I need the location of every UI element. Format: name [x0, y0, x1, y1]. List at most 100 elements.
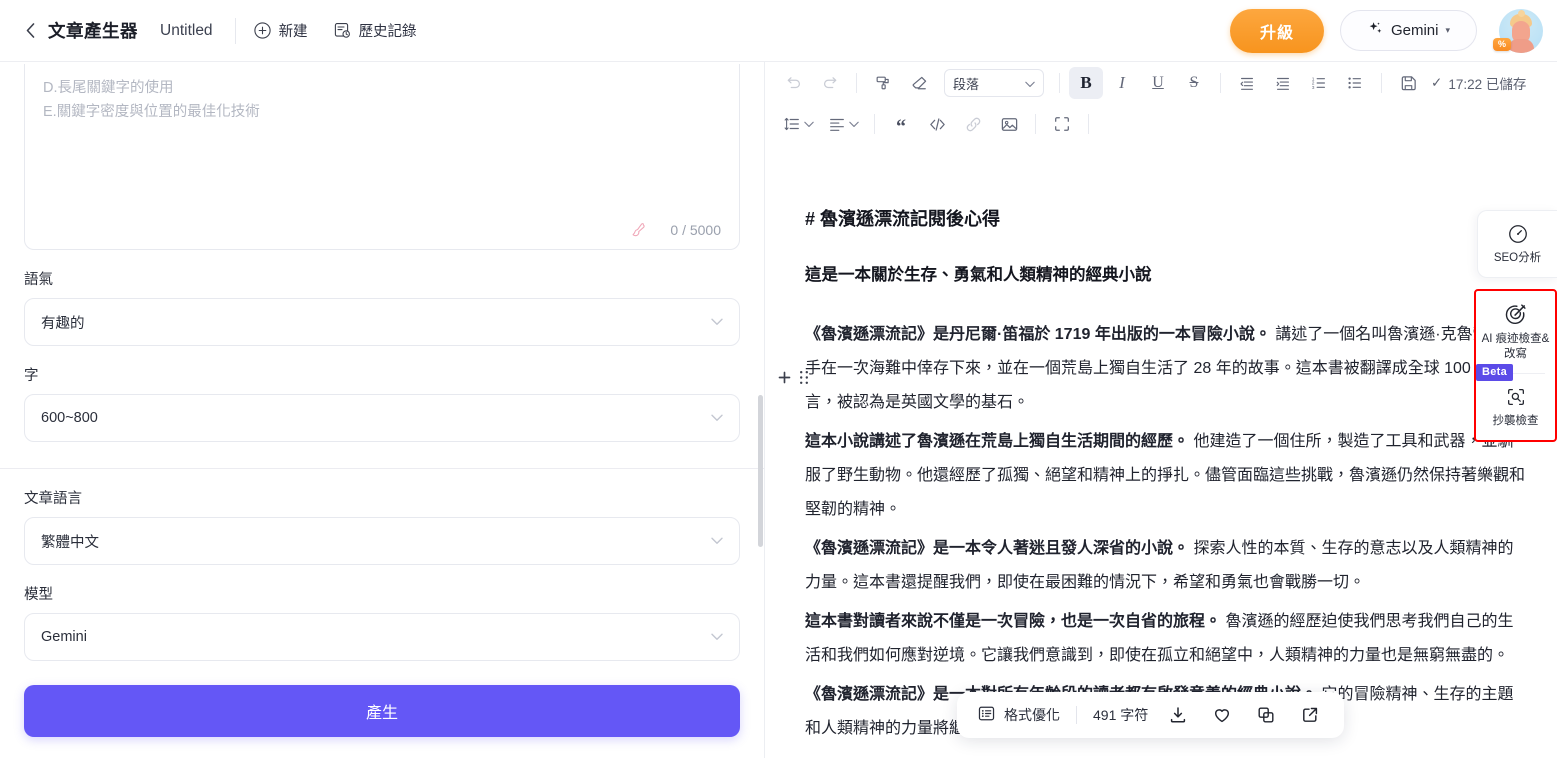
upgrade-button[interactable]: 升級 [1229, 8, 1324, 53]
download-icon[interactable] [1164, 701, 1192, 729]
document-paragraph: 《魯濱遜漂流記》是一本令人著迷且發人深省的小說。 探索人性的本質、生存的意志以及… [805, 532, 1527, 600]
model-select-value: Gemini [41, 629, 87, 645]
section-divider [0, 468, 764, 469]
chevron-down-icon [1025, 76, 1035, 91]
blockquote-icon[interactable]: “ [884, 108, 918, 140]
paragraph-style-value: 段落 [953, 76, 980, 92]
prompt-placeholder-line-1: D.長尾關鍵字的使用 [43, 80, 174, 96]
word-count-select[interactable]: 600~800 [24, 394, 740, 442]
save-status-label: 17:22 已儲存 [1448, 77, 1527, 92]
drag-block-icon[interactable] [799, 370, 809, 385]
model-selector[interactable]: Gemini ▾ [1339, 10, 1477, 51]
toolbar-divider [1059, 73, 1060, 93]
editor-area: 段落 B I U S 123 ✓ 17:22 已儲存 “ # 魯濱遜漂流記閱後心… [765, 62, 1557, 758]
language-select-value: 繁體中文 [41, 534, 99, 551]
italic-icon[interactable]: I [1105, 67, 1139, 99]
favorite-heart-icon[interactable] [1208, 701, 1236, 729]
format-optimize-button[interactable]: 格式優化 [977, 704, 1060, 726]
plagiarism-search-icon [1480, 386, 1551, 408]
line-height-icon[interactable] [777, 108, 820, 140]
generate-button[interactable]: 產生 [24, 685, 740, 737]
document-content[interactable]: # 魯濱遜漂流記閱後心得 這是一本關於生存、勇氣和人類精神的經典小說 《魯濱遜漂… [765, 148, 1557, 758]
seo-analysis-button[interactable]: SEO分析 [1478, 211, 1557, 277]
ai-rewrite-icon [1480, 303, 1551, 326]
field-tone-label: 語氣 [24, 272, 53, 288]
avatar-tuft [1518, 9, 1525, 17]
svg-text:3: 3 [1312, 85, 1315, 91]
outdent-icon[interactable] [1230, 67, 1264, 99]
new-document-button[interactable]: 新建 [253, 20, 308, 41]
paragraph-lead: 這本書對讀者來說不僅是一次冒險，也是一次自省的旅程。 [805, 612, 1222, 630]
export-external-icon[interactable] [1296, 701, 1324, 729]
text-align-icon[interactable] [822, 108, 865, 140]
ai-detect-rewrite-label: AI 痕迹檢查&改寫 [1481, 333, 1550, 360]
ordered-list-icon[interactable]: 123 [1302, 67, 1336, 99]
seo-analysis-label: SEO分析 [1493, 252, 1542, 264]
settings-panel-scrollbar[interactable] [758, 395, 763, 547]
bullet-list-icon[interactable] [1338, 67, 1372, 99]
save-icon[interactable] [1391, 67, 1425, 99]
editor-toolbar-row-2: “ [765, 104, 1557, 144]
app-title: 文章產生器 [48, 21, 138, 41]
plagiarism-check-button[interactable]: Beta 抄襲檢查 [1476, 364, 1555, 440]
field-tone: 語氣 有趣的 [0, 268, 764, 346]
paragraph-lead: 《魯濱遜漂流記》是丹尼爾·笛福於 1719 年出版的一本冒險小說。 [805, 325, 1271, 343]
redo-icon[interactable] [813, 67, 847, 99]
document-paragraph: 《魯濱遜漂流記》是丹尼爾·笛福於 1719 年出版的一本冒險小說。 講述了一個名… [805, 318, 1527, 420]
underline-icon[interactable]: U [1141, 67, 1175, 99]
tone-select[interactable]: 有趣的 [24, 298, 740, 346]
ai-tools-highlight-group: AI 痕迹檢查&改寫 Beta 抄襲檢查 [1474, 289, 1557, 442]
field-language: 文章語言 繁體中文 [0, 487, 764, 565]
chevron-down-icon [711, 411, 723, 425]
char-count-label: 491 字符 [1093, 707, 1149, 723]
fullscreen-icon[interactable] [1045, 108, 1079, 140]
prompt-placeholder-line-2: E.關鍵字密度與位置的最佳化技術 [43, 104, 260, 120]
settings-panel: D.長尾關鍵字的使用 E.關鍵字密度與位置的最佳化技術 0 / 5000 語氣 … [0, 62, 764, 758]
code-block-icon[interactable] [920, 108, 954, 140]
back-chevron-icon[interactable] [22, 23, 38, 39]
language-select[interactable]: 繁體中文 [24, 517, 740, 565]
copy-icon[interactable] [1252, 701, 1280, 729]
toolbar-divider [234, 17, 236, 44]
toolbar-divider [1381, 73, 1382, 93]
chevron-down-icon [711, 315, 723, 329]
undo-icon[interactable] [777, 67, 811, 99]
format-list-icon [977, 704, 996, 726]
model-select[interactable]: Gemini [24, 613, 740, 661]
new-document-label: 新建 [278, 24, 308, 40]
ai-detect-rewrite-button[interactable]: AI 痕迹檢查&改寫 [1476, 291, 1555, 373]
indent-icon[interactable] [1266, 67, 1300, 99]
brush-clear-icon[interactable] [630, 221, 648, 239]
format-painter-icon[interactable] [866, 67, 900, 99]
toolbar-divider [856, 73, 857, 93]
check-icon: ✓ [1431, 75, 1443, 90]
document-title[interactable]: Untitled [160, 22, 213, 40]
prompt-textarea-box[interactable]: D.長尾關鍵字的使用 E.關鍵字密度與位置的最佳化技術 0 / 5000 [24, 64, 740, 250]
character-counter: 0 / 5000 [670, 222, 721, 238]
clear-format-icon[interactable] [902, 67, 936, 99]
link-icon[interactable] [956, 108, 990, 140]
toolbar-divider [1220, 73, 1221, 93]
top-bar: 文章產生器 Untitled 新建 歷史記錄 升級 Gemini ▾ % [0, 0, 1557, 62]
document-action-bar: 格式優化 491 字符 [957, 692, 1345, 738]
history-button[interactable]: 歷史記錄 [334, 20, 417, 41]
editor-toolbar-row-1: 段落 B I U S 123 ✓ 17:22 已儲存 [765, 62, 1557, 104]
image-icon[interactable] [992, 108, 1026, 140]
add-block-icon[interactable] [778, 371, 791, 384]
bold-icon[interactable]: B [1069, 67, 1103, 99]
strikethrough-icon[interactable]: S [1177, 67, 1211, 99]
prompt-footer: 0 / 5000 [630, 221, 721, 239]
toolbar-divider [874, 114, 875, 134]
sparkle-icon [1367, 20, 1384, 41]
paragraph-style-select[interactable]: 段落 [944, 69, 1044, 97]
save-status: ✓ 17:22 已儲存 [1431, 73, 1526, 93]
discount-badge: % [1493, 37, 1512, 51]
prompt-placeholder: D.長尾關鍵字的使用 E.關鍵字密度與位置的最佳化技術 [25, 64, 739, 124]
gauge-icon [1482, 223, 1553, 245]
user-avatar[interactable]: % [1493, 8, 1543, 53]
toolbar-divider [1088, 114, 1089, 134]
chevron-down-icon [711, 630, 723, 644]
document-paragraph: 這本小說講述了魯濱遜在荒島上獨自生活期間的經歷。 他建造了一個住所，製造了工具和… [805, 425, 1527, 527]
format-optimize-label: 格式優化 [1004, 707, 1060, 723]
field-word-count: 字 600~800 [0, 364, 764, 442]
